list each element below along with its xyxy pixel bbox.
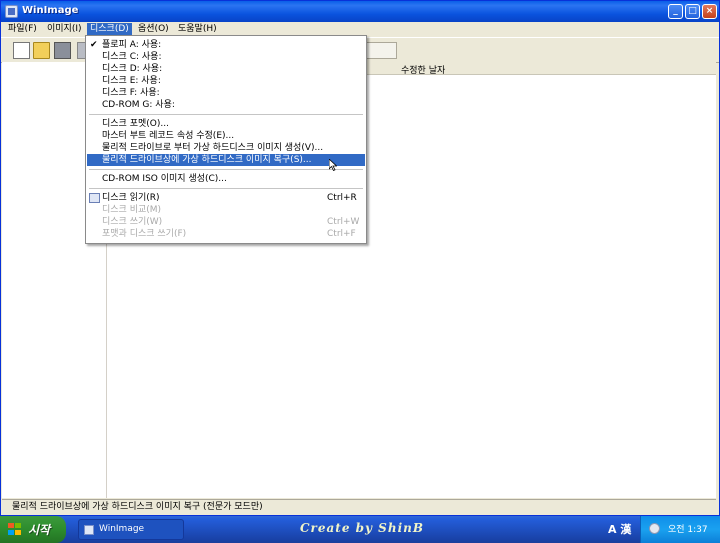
taskbar: 시작 WinImage Create by ShinB A 漢 오전 1:37 (0, 516, 720, 543)
disk-menu-dropdown: ✔ 플로피 A: 사용: 디스크 C: 사용: 디스크 D: 사용: 디스크 E… (85, 35, 367, 244)
menu-item-disk-d[interactable]: 디스크 D: 사용: (87, 63, 365, 75)
menu-item-read-disk[interactable]: 디스크 읽기(R) Ctrl+R (87, 192, 365, 204)
menu-item-format-disk[interactable]: 디스크 포멧(O)... (87, 118, 365, 130)
column-header[interactable]: 수정한 날자 (367, 62, 716, 76)
new-file-icon[interactable] (13, 42, 30, 59)
ime-indicator[interactable]: A 漢 (608, 521, 631, 537)
credit-text: Create by ShinB (300, 521, 424, 535)
open-folder-icon[interactable] (33, 42, 50, 59)
menu-item-floppy-a[interactable]: ✔ 플로피 A: 사용: (87, 39, 365, 51)
menu-separator (89, 114, 363, 115)
windows-logo-icon (8, 523, 22, 536)
path-field[interactable] (363, 42, 397, 59)
app-icon (84, 525, 94, 535)
system-tray: 오전 1:37 (640, 516, 720, 543)
close-button[interactable]: × (702, 4, 717, 19)
menu-separator (89, 188, 363, 189)
menu-item-edit-mbr[interactable]: 마스터 부트 레코드 속성 수정(E)... (87, 130, 365, 142)
menu-separator (89, 169, 363, 170)
read-disk-icon (89, 193, 100, 203)
menu-item-disk-c[interactable]: 디스크 C: 사용: (87, 51, 365, 63)
mouse-cursor-icon (329, 159, 337, 171)
maximize-button[interactable]: □ (685, 4, 700, 19)
menu-item-write-disk: 디스크 쓰기(W) Ctrl+W (102, 217, 360, 227)
clock[interactable]: 오전 1:37 (668, 522, 708, 535)
menu-item-create-iso[interactable]: CD-ROM ISO 이미지 생성(C)... (87, 173, 365, 185)
menu-item-format-and-write: 포맷과 디스크 쓰기(F) Ctrl+F (102, 229, 356, 239)
taskbar-winimage-button[interactable]: WinImage (78, 519, 184, 540)
menu-item-restore-vhd[interactable]: 물리적 드라이브상에 가상 하드디스크 이미지 복구(S)... (87, 154, 365, 166)
menu-item-cdrom-g[interactable]: CD-ROM G: 사용: (87, 99, 365, 111)
menu-image[interactable]: 이미지(I) (44, 23, 85, 36)
menu-file[interactable]: 파일(F) (5, 23, 40, 36)
tray-icon[interactable] (649, 523, 660, 534)
check-icon: ✔ (90, 40, 98, 50)
app-icon[interactable] (5, 5, 18, 18)
start-button[interactable]: 시작 (0, 516, 66, 543)
minimize-button[interactable]: _ (668, 4, 683, 19)
status-bar: 물리적 드라이브상에 가상 하드디스크 이미지 복구 (전문가 모드만) (2, 499, 716, 514)
window-title: WinImage (22, 5, 79, 16)
menu-item-disk-e[interactable]: 디스크 E: 사용: (87, 75, 365, 87)
title-bar[interactable]: WinImage _ □ × (1, 1, 719, 23)
column-modified-date[interactable]: 수정한 날자 (401, 63, 445, 76)
menu-item-disk-f[interactable]: 디스크 F: 사용: (87, 87, 365, 99)
menu-item-compare-disk: 디스크 비교(M) (102, 205, 162, 215)
menu-item-create-vhd[interactable]: 물리적 드라이브로 부터 가상 하드디스크 이미지 생성(V)... (87, 142, 365, 154)
save-disk-icon[interactable] (54, 42, 71, 59)
